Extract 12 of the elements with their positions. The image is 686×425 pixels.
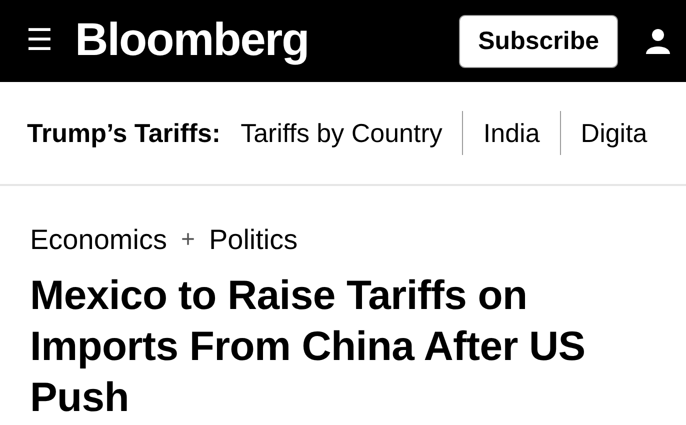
topic-link[interactable]: Tariffs by Country <box>240 111 462 155</box>
menu-icon[interactable]: ☰ <box>26 26 53 56</box>
category-link[interactable]: Politics <box>208 224 298 256</box>
category-link[interactable]: Economics <box>30 224 167 256</box>
topic-link[interactable]: India <box>462 111 560 155</box>
separator: + <box>180 226 195 254</box>
logo[interactable]: Bloomberg <box>75 12 460 70</box>
topic-label: Trump’s Tariffs: <box>27 118 221 148</box>
subscribe-button[interactable]: Subscribe <box>459 14 618 68</box>
headline: Mexico to Raise Tariffs on Imports From China After US Push <box>30 271 586 422</box>
user-icon[interactable] <box>644 27 672 55</box>
topic-link[interactable]: Digita <box>560 111 668 155</box>
